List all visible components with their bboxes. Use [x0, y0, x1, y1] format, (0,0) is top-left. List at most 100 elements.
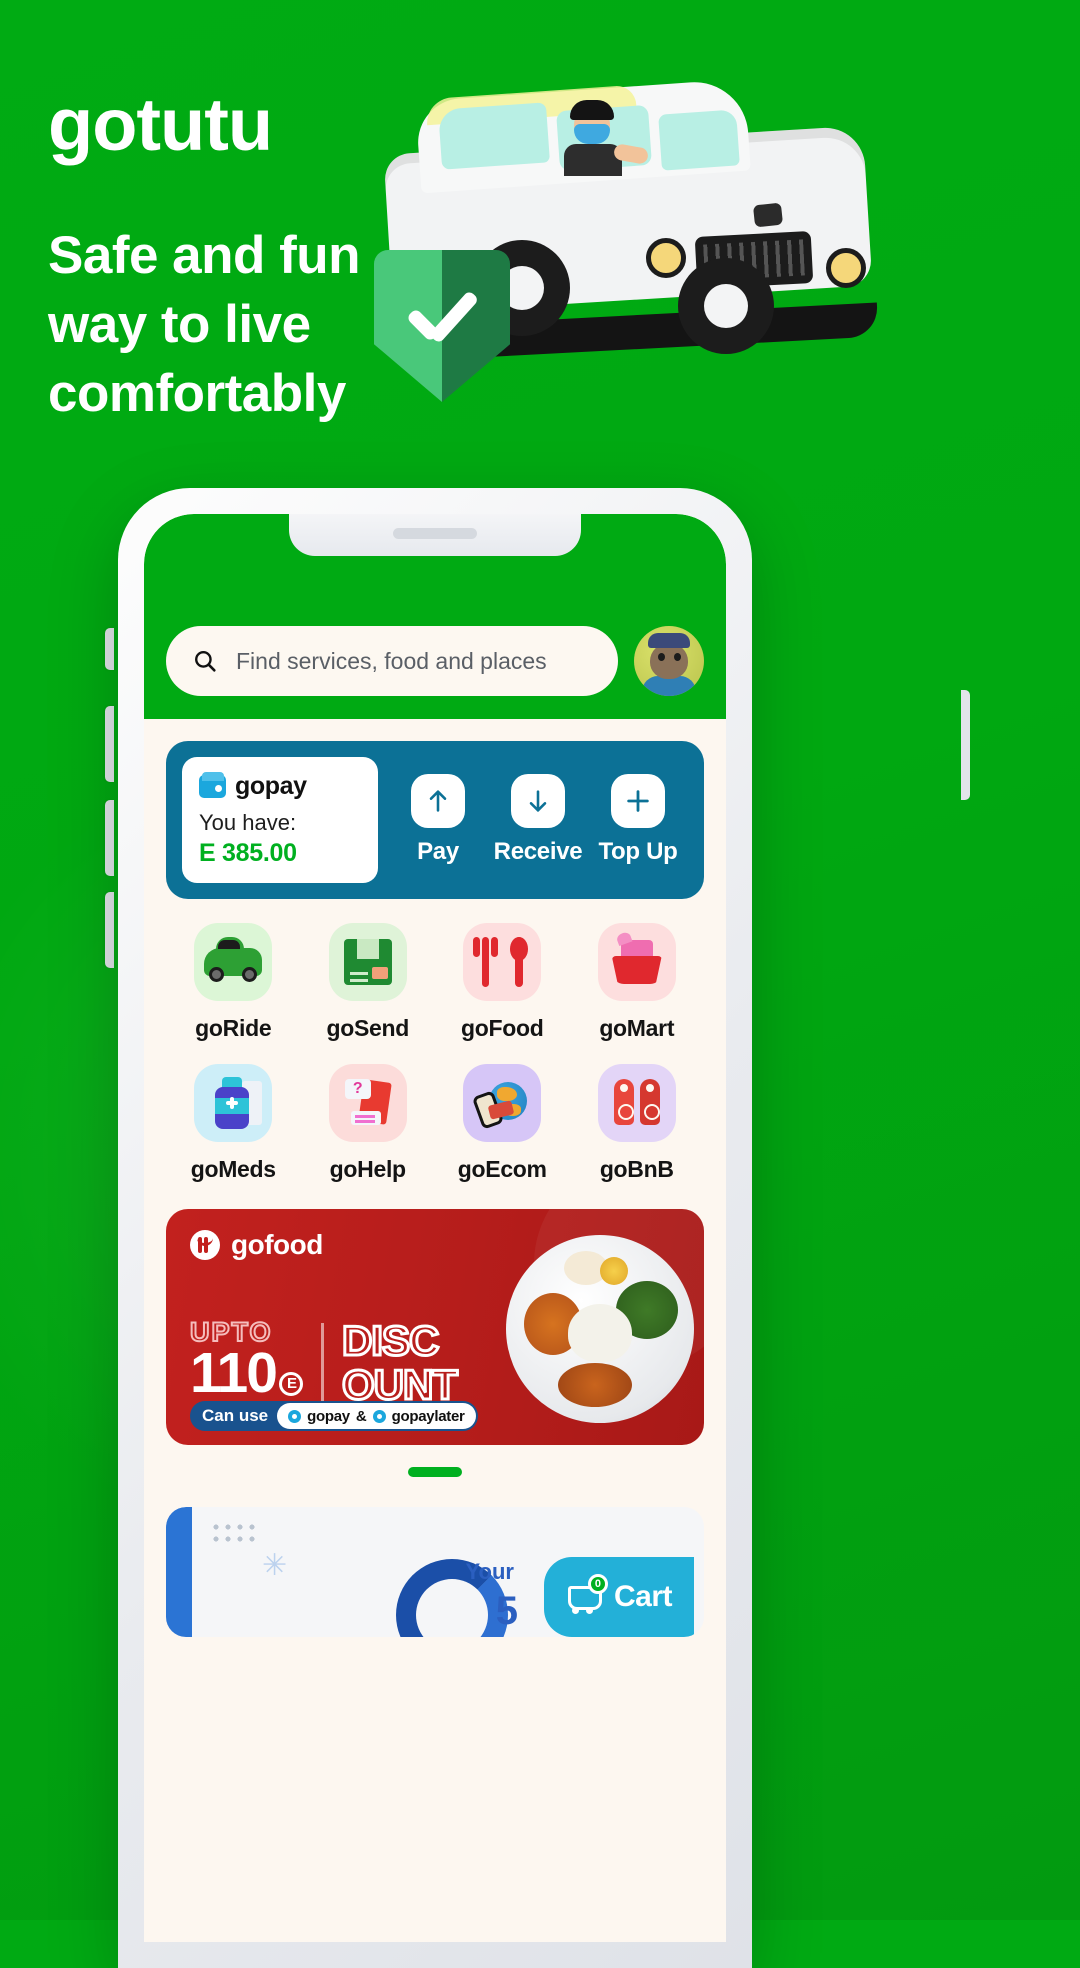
promo-payment-methods: Can use gopay & gopaylater: [190, 1401, 478, 1431]
service-item-gomart[interactable]: goMart: [570, 923, 705, 1042]
promo-brand-row: gofood: [190, 1229, 323, 1261]
cart-button[interactable]: 0 Cart: [543, 1557, 694, 1637]
gopay-action-pay[interactable]: Pay: [388, 774, 488, 866]
check-mark-icon: [404, 298, 480, 342]
service-label: goMeds: [190, 1156, 276, 1182]
search-icon: [195, 651, 216, 672]
gofood-mark-icon: [190, 1230, 220, 1260]
gopay-balance-label: You have:: [199, 810, 297, 835]
carousel-indicator[interactable]: [408, 1467, 462, 1477]
phone-button-volume-down[interactable]: [105, 800, 114, 876]
gopay-balance-panel[interactable]: gopay You have: E 385.00: [182, 757, 378, 883]
gopay-dot-icon: [288, 1409, 302, 1423]
avatar-body: [642, 676, 696, 696]
door-hanger-icon: [597, 1064, 676, 1142]
promo-can-use-label: Can use: [202, 1406, 269, 1425]
car-headlight-left: [646, 238, 686, 278]
sparkle-icon: ✳: [262, 1549, 288, 1582]
service-label: goEcom: [457, 1156, 547, 1182]
search-placeholder-text: Find services, food and places: [236, 647, 547, 674]
bottom-card-dots-decoration: [210, 1521, 256, 1547]
promo-payment-2: gopaylater: [391, 1407, 465, 1425]
service-label: goBnB: [599, 1156, 674, 1182]
bottom-promo-card[interactable]: ✳ Your 5 0 Cart: [166, 1507, 704, 1637]
promo-amount-value: 110: [190, 1341, 278, 1405]
promo-divider: [320, 1323, 324, 1413]
service-item-gosend[interactable]: goSend: [301, 923, 436, 1042]
gopay-brand-row: gopay: [199, 772, 361, 801]
driver-body: [564, 144, 622, 176]
car-side-mirror: [752, 202, 784, 228]
promo-payment-pill: gopay & gopaylater: [277, 1403, 476, 1429]
plus-icon: [611, 774, 665, 828]
globe-phone-card-icon: [463, 1064, 542, 1142]
gopay-brand-label: gopay: [235, 772, 307, 800]
service-label: goFood: [461, 1015, 544, 1041]
app-body: gopay You have: E 385.00 Pay Receive Top…: [144, 741, 726, 1637]
promo-amount-block: UPTO 110 E: [189, 1318, 303, 1405]
cart-button-label: Cart: [613, 1580, 673, 1613]
service-item-gobnb[interactable]: goBnB: [570, 1064, 705, 1183]
service-label: goRide: [195, 1015, 272, 1041]
shopping-basket-icon: [597, 923, 676, 1001]
phone-mockup: Find services, food and places gopay You…: [118, 488, 752, 1968]
plate-food-sambal: [558, 1363, 632, 1407]
search-input[interactable]: Find services, food and places: [166, 626, 618, 696]
avatar-eye-right: [674, 653, 681, 661]
bottom-card-your-label: Your: [465, 1559, 514, 1584]
avatar-eye-left: [658, 653, 665, 661]
shield-check-icon: [374, 250, 510, 402]
gopay-action-topup[interactable]: Top Up: [588, 774, 688, 866]
service-item-gofood[interactable]: goFood: [435, 923, 570, 1042]
driver-face-mask-icon: [574, 124, 610, 144]
gopay-action-pay-label: Pay: [417, 838, 459, 865]
package-icon: [328, 923, 407, 1001]
fork-spoon-icon: [463, 923, 542, 1001]
driver-hair: [570, 100, 614, 120]
gofood-promo-banner[interactable]: gofood UPTO 110 E DISC OUNT Can use gopa…: [166, 1209, 704, 1445]
promo-brand-label: gofood: [231, 1229, 323, 1260]
phone-notch: [289, 514, 581, 556]
gopaylater-dot-icon: [372, 1409, 386, 1423]
search-row: Find services, food and places: [166, 626, 704, 696]
service-label: goMart: [599, 1015, 675, 1041]
cart-badge: 0: [587, 1574, 608, 1594]
shopping-cart-icon: 0: [567, 1574, 608, 1614]
car-window-rear: [438, 102, 550, 170]
service-item-goecom[interactable]: goEcom: [435, 1064, 570, 1183]
promo-currency-unit: E: [278, 1371, 303, 1396]
service-grid: goRide goSend goFood goMart goMeds ? goH…: [166, 923, 704, 1183]
medicine-bottle-icon: [194, 1064, 273, 1142]
phone-button-mute[interactable]: [105, 628, 114, 670]
service-label: goSend: [326, 1015, 410, 1041]
gopay-action-receive[interactable]: Receive: [488, 774, 588, 866]
plate-food-egg: [600, 1257, 628, 1285]
avatar-face: [650, 643, 688, 679]
arrow-up-icon: [411, 774, 465, 828]
promo-amount-row: 110 E: [190, 1341, 303, 1405]
phone-speaker: [393, 528, 477, 539]
service-item-gohelp[interactable]: ? goHelp: [301, 1064, 436, 1183]
nasi-goreng-plate-image: [506, 1235, 694, 1423]
gopay-card[interactable]: gopay You have: E 385.00 Pay Receive Top…: [166, 741, 704, 899]
promo-discount-block: DISC OUNT: [340, 1317, 459, 1408]
gopay-action-topup-label: Top Up: [598, 838, 678, 865]
wallet-icon: [199, 772, 226, 798]
service-item-goride[interactable]: goRide: [166, 923, 301, 1042]
phone-button-power[interactable]: [961, 690, 970, 800]
promo-payment-1: gopay: [307, 1407, 350, 1425]
service-item-gomeds[interactable]: goMeds: [166, 1064, 301, 1183]
avatar[interactable]: [634, 626, 704, 696]
bottom-card-your-value: 5: [495, 1589, 518, 1633]
question-book-icon: ?: [328, 1064, 407, 1142]
promo-payment-join: &: [355, 1407, 367, 1425]
phone-screen: Find services, food and places gopay You…: [144, 514, 726, 1942]
phone-button-volume-up[interactable]: [105, 706, 114, 782]
promo-discount-line1: DISC: [340, 1317, 440, 1364]
gopay-actions: Pay Receive Top Up: [384, 774, 688, 866]
bottom-card-stripe: [166, 1507, 192, 1637]
arrow-down-icon: [511, 774, 565, 828]
promo-discount-line2: OUNT: [340, 1360, 459, 1408]
phone-button-extra[interactable]: [105, 892, 114, 968]
gopay-balance-value: E 385.00: [199, 839, 297, 867]
